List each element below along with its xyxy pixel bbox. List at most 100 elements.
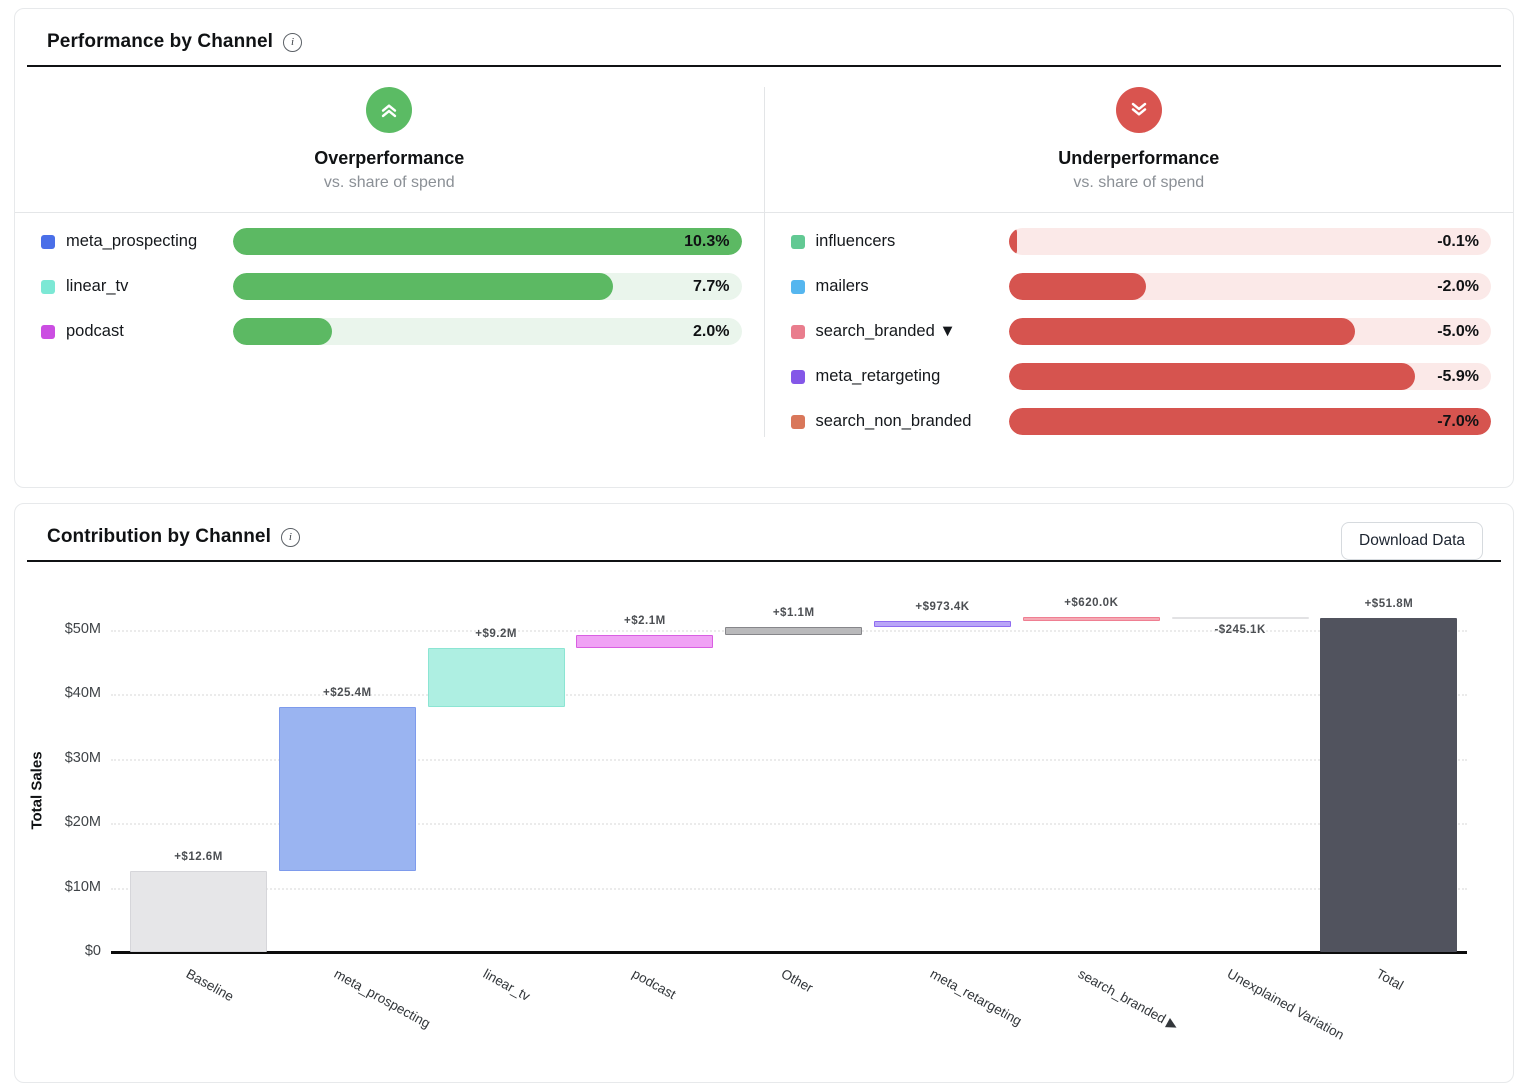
waterfall-bar[interactable] [576, 635, 713, 649]
waterfall-value-label: +$9.2M [416, 628, 576, 640]
x-axis-category-label: Baseline [183, 966, 236, 1004]
y-axis-tick-label: $50M [15, 621, 101, 637]
channel-color-swatch [791, 415, 805, 429]
channel-label-wrap: podcast [41, 322, 233, 341]
performance-value: 2.0% [693, 318, 729, 345]
waterfall-value-label: +$12.6M [119, 851, 279, 863]
channel-label-wrap: search_branded ▼ [791, 322, 1009, 341]
channel-color-swatch [791, 325, 805, 339]
channel-color-swatch [791, 280, 805, 294]
overperformance-head: Overperformance vs. share of spend [15, 67, 764, 192]
download-data-button[interactable]: Download Data [1341, 522, 1483, 560]
channel-color-swatch [791, 370, 805, 384]
waterfall-value-label: +$51.8M [1309, 598, 1469, 610]
channel-label: meta_prospecting [66, 232, 197, 251]
waterfall-value-label: -$245.1K [1160, 624, 1320, 636]
gridline [111, 888, 1467, 890]
overperformance-subtitle: vs. share of spend [15, 174, 764, 192]
waterfall-bar[interactable] [130, 871, 267, 952]
waterfall-bar[interactable] [725, 627, 862, 634]
performance-bar-track: 10.3% [233, 228, 742, 255]
waterfall-bar[interactable] [1320, 618, 1457, 952]
performance-value: -2.0% [1437, 273, 1479, 300]
underperformance-title: Underperformance [765, 148, 1514, 169]
performance-bar-fill [233, 273, 613, 300]
overperformance-column: Overperformance vs. share of spend meta_… [15, 67, 764, 463]
waterfall-value-label: +$620.0K [1011, 597, 1171, 609]
y-axis-title: Total Sales [29, 731, 46, 851]
performance-card-header: Performance by Channel i [15, 9, 1513, 53]
performance-value: 7.7% [693, 273, 729, 300]
performance-bar-track: 7.7% [233, 273, 742, 300]
channel-label[interactable]: search_branded ▼ [816, 322, 956, 341]
performance-bar-fill [233, 318, 332, 345]
contribution-card-header: Contribution by Channel i [15, 504, 1513, 548]
channel-color-swatch [41, 325, 55, 339]
waterfall-value-label: +$2.1M [565, 615, 725, 627]
waterfall-chart: $0$10M$20M$30M$40M$50MTotal Sales+$12.6M… [15, 578, 1513, 1078]
channel-label-wrap: search_non_branded [791, 412, 1009, 431]
performance-row: mailers -2.0% [791, 264, 1492, 309]
performance-bar-fill [233, 228, 742, 255]
performance-bar-fill [1009, 363, 1416, 390]
performance-bar-track: -5.9% [1009, 363, 1492, 390]
x-axis-category-label: meta_retargeting [927, 966, 1024, 1029]
channel-label: meta_retargeting [816, 367, 941, 386]
x-axis-category-label: podcast [630, 966, 679, 1002]
info-icon[interactable]: i [281, 528, 300, 547]
performance-bar-track: -7.0% [1009, 408, 1492, 435]
waterfall-bar[interactable] [1023, 617, 1160, 621]
channel-label: mailers [816, 277, 869, 296]
performance-by-channel-card: Performance by Channel i Overperformance… [14, 8, 1514, 488]
underperformance-rows: influencers -0.1% mailers -2.0% search_brand… [765, 212, 1514, 444]
performance-value: -0.1% [1437, 228, 1479, 255]
channel-label: influencers [816, 232, 896, 251]
performance-row: search_non_branded -7.0% [791, 399, 1492, 444]
waterfall-bar[interactable] [874, 621, 1011, 627]
channel-color-swatch [41, 280, 55, 294]
channel-label-wrap: influencers [791, 232, 1009, 251]
underperformance-subtitle: vs. share of spend [765, 174, 1514, 192]
waterfall-bar[interactable] [1172, 617, 1309, 619]
contribution-by-channel-card: Contribution by Channel i Download Data … [14, 503, 1514, 1083]
performance-card-title: Performance by Channel [47, 31, 273, 53]
x-axis-category-label: linear_tv [481, 966, 533, 1004]
performance-bar-track: -5.0% [1009, 318, 1492, 345]
performance-row: linear_tv 7.7% [41, 264, 742, 309]
performance-columns: Overperformance vs. share of spend meta_… [15, 67, 1513, 463]
x-axis-category-label: meta_prospecting [332, 966, 433, 1031]
double-chevron-up-icon [376, 97, 402, 123]
header-divider [27, 560, 1501, 562]
performance-bar-fill [1009, 318, 1356, 345]
performance-row: influencers -0.1% [791, 219, 1492, 264]
double-chevron-down-icon [1126, 97, 1152, 123]
channel-label: search_non_branded [816, 412, 972, 431]
channel-label: linear_tv [66, 277, 128, 296]
channel-label-wrap: mailers [791, 277, 1009, 296]
waterfall-bar[interactable] [279, 707, 416, 871]
performance-value: -5.0% [1437, 318, 1479, 345]
performance-bar-track: -0.1% [1009, 228, 1492, 255]
waterfall-value-label: +$973.4K [863, 601, 1023, 613]
performance-row: meta_retargeting -5.9% [791, 354, 1492, 399]
performance-value: -5.9% [1437, 363, 1479, 390]
performance-row: meta_prospecting 10.3% [41, 219, 742, 264]
overperformance-rows: meta_prospecting 10.3% linear_tv 7.7% podcas… [15, 212, 764, 354]
x-axis-category-label: Other [778, 966, 815, 995]
overperformance-title: Overperformance [15, 148, 764, 169]
info-icon[interactable]: i [283, 33, 302, 52]
performance-bar-fill [1009, 228, 1018, 255]
channel-label: podcast [66, 322, 124, 341]
channel-label-wrap: meta_retargeting [791, 367, 1009, 386]
performance-value: -7.0% [1437, 408, 1479, 435]
waterfall-value-label: +$1.1M [714, 607, 874, 619]
channel-label-wrap: meta_prospecting [41, 232, 233, 251]
underperformance-column: Underperformance vs. share of spend infl… [765, 67, 1514, 463]
contribution-card-title: Contribution by Channel [47, 526, 271, 548]
performance-bar-fill [1009, 273, 1147, 300]
x-axis-line [111, 951, 1467, 954]
waterfall-bar[interactable] [428, 648, 565, 707]
x-axis-category-label[interactable]: search_branded ▶ [1076, 966, 1181, 1034]
y-axis-tick-label: $40M [15, 685, 101, 701]
underperformance-icon [1116, 87, 1162, 133]
